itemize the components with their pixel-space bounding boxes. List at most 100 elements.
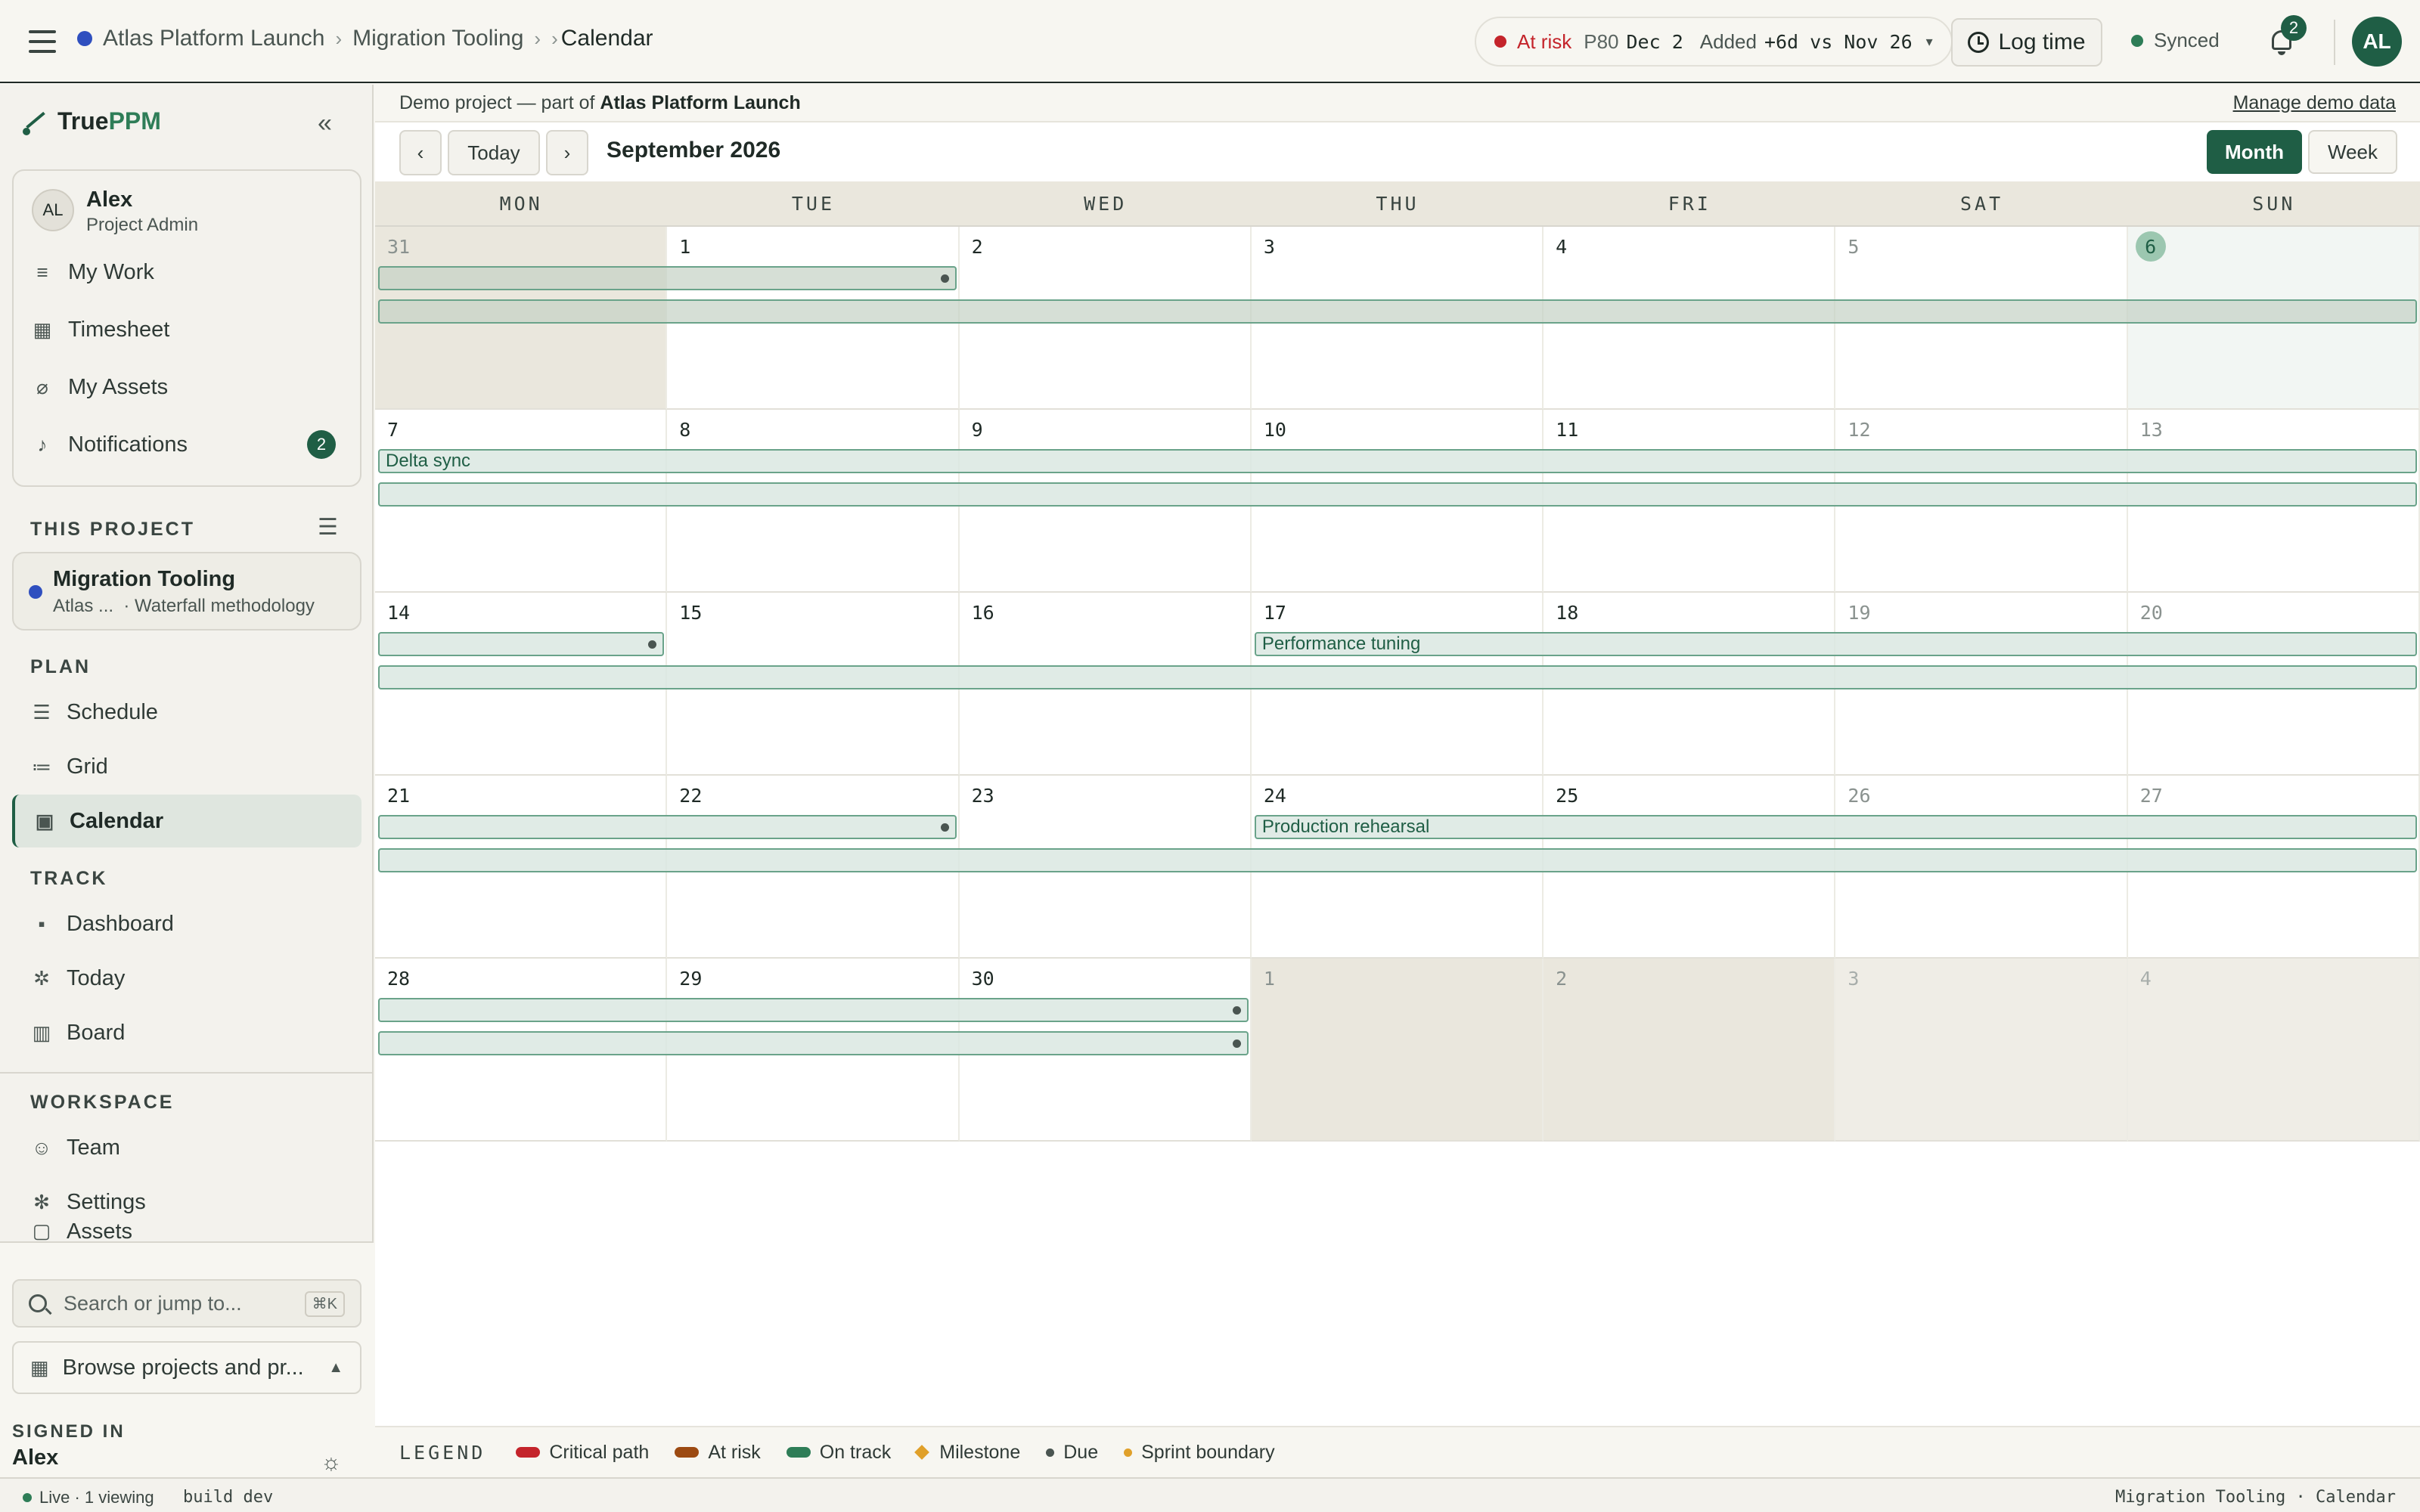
calendar-event-bar[interactable]: [378, 815, 957, 839]
legend-label: Critical path: [549, 1441, 650, 1463]
browse-label: Browse projects and pr...: [62, 1355, 304, 1380]
calendar-event-bar[interactable]: [378, 299, 2417, 324]
day-cell[interactable]: 4: [2127, 959, 2420, 1142]
day-number: 30: [971, 968, 994, 990]
project-color-dot: [77, 31, 92, 46]
collapse-sidebar-icon[interactable]: «: [318, 109, 332, 138]
day-number: 28: [387, 968, 411, 990]
list-icon: ≡: [36, 260, 48, 284]
breadcrumb-portfolio[interactable]: Atlas Platform Launch: [103, 26, 324, 51]
calendar-event-bar[interactable]: [378, 848, 2417, 872]
sidebar-item-dashboard[interactable]: ▪ Dashboard: [12, 897, 361, 950]
day-cell[interactable]: 1: [1251, 959, 1544, 1142]
menu-icon[interactable]: [29, 30, 56, 53]
p80-label: P80: [1584, 29, 1619, 53]
p80-date: Dec 2: [1626, 30, 1683, 53]
calendar-event-bar[interactable]: [378, 998, 1249, 1022]
sync-status-label: Synced: [2154, 29, 2220, 51]
risk-dot-icon: [1494, 36, 1506, 48]
legend-label: At risk: [708, 1441, 761, 1463]
sync-status: Synced: [2131, 29, 2220, 52]
day-number: 12: [1848, 419, 1871, 441]
log-time-button[interactable]: Log time: [1951, 18, 2102, 67]
legend-swatch: [516, 1447, 541, 1458]
demo-parent-link[interactable]: Atlas Platform Launch: [600, 92, 800, 113]
day-number: 9: [971, 419, 983, 441]
view-week-button[interactable]: Week: [2308, 130, 2397, 174]
day-number: 10: [1263, 419, 1286, 441]
sidebar-item-timesheet[interactable]: ▦ Timesheet: [32, 307, 349, 352]
filter-sliders-icon[interactable]: ☰: [318, 514, 338, 541]
sidebar-item-label: Grid: [67, 754, 108, 779]
calendar-event-bar[interactable]: Performance tuning: [1254, 632, 2417, 656]
gear-icon: ✻: [33, 1190, 50, 1213]
calendar-event-bar[interactable]: [378, 266, 957, 290]
grid-icon: ▦: [30, 1356, 49, 1379]
forecast-risk-pill[interactable]: At risk P80 Dec 2 Added +6d vs Nov 26 ▾: [1475, 17, 1953, 67]
calendar-event-bar[interactable]: Production rehearsal: [1254, 815, 2417, 839]
day-cell[interactable]: 2: [1544, 959, 1836, 1142]
sun-icon: ✲: [33, 966, 50, 990]
truppm-logo-icon: [20, 108, 47, 135]
sidebar: True PPM « AL Alex Project Admin ≡ My Wor…: [0, 85, 374, 1512]
weekday-sun: SUN: [2252, 193, 2296, 215]
day-number: 1: [679, 236, 691, 258]
event-label: Performance tuning: [1261, 634, 1421, 654]
next-month-button[interactable]: ›: [546, 130, 588, 175]
legend-item: Sprint boundary: [1124, 1442, 1275, 1464]
sidebar-item-schedule[interactable]: ☰ Schedule: [12, 686, 361, 739]
breadcrumb-project[interactable]: Migration Tooling: [352, 26, 523, 51]
legend-label: Due: [1063, 1441, 1099, 1463]
search-input[interactable]: Search or jump to... ⌘K: [12, 1279, 361, 1328]
context-label: Migration Tooling · Calendar: [2115, 1488, 2396, 1507]
prev-month-button[interactable]: ‹: [399, 130, 442, 175]
gantt-icon: ☰: [33, 700, 51, 723]
section-label-workspace: WORKSPACE: [30, 1092, 175, 1113]
calendar-event-bar[interactable]: [378, 665, 2417, 689]
presence-status: Live · 1 viewing: [23, 1488, 154, 1507]
day-number: 2: [971, 236, 983, 258]
sidebar-item-my-assets[interactable]: ⌀ My Assets: [32, 364, 349, 410]
calendar-event-bar[interactable]: [378, 1031, 1249, 1055]
legend-item: Critical path: [516, 1442, 649, 1464]
people-icon: ☺: [31, 1136, 52, 1159]
sidebar-item-label: Board: [67, 1020, 126, 1045]
sidebar-item-grid[interactable]: ≔ Grid: [12, 740, 361, 793]
day-number: 29: [679, 968, 703, 990]
calendar-event-bar[interactable]: [378, 632, 665, 656]
sidebar-item-board[interactable]: ▥ Board: [12, 1006, 361, 1059]
day-cell[interactable]: 3: [1835, 959, 2128, 1142]
view-month-button[interactable]: Month: [2207, 130, 2302, 174]
browse-projects-button[interactable]: ▦ Browse projects and pr... ▲: [12, 1341, 361, 1394]
sidebar-item-my-work[interactable]: ≡ My Work: [32, 249, 349, 295]
day-number: 24: [1263, 785, 1286, 807]
manage-demo-link[interactable]: Manage demo data: [2233, 92, 2396, 114]
theme-toggle-icon[interactable]: ☼: [321, 1450, 342, 1476]
box-icon: ▢: [32, 1219, 51, 1242]
sidebar-item-label: Dashboard: [67, 911, 174, 936]
day-number: 25: [1556, 785, 1579, 807]
calendar-event-bar[interactable]: [378, 482, 2417, 507]
day-number: 31: [387, 236, 411, 258]
legend-label: On track: [819, 1441, 892, 1463]
added-label: Added: [1699, 29, 1757, 53]
sidebar-item-notifications[interactable]: ♪ Notifications 2: [32, 422, 349, 467]
weekday-header: MON TUE WED THU FRI SAT SUN: [375, 181, 2420, 227]
breadcrumb-current: Calendar: [560, 26, 653, 51]
sidebar-item-today[interactable]: ✲ Today: [12, 952, 361, 1005]
sidebar-footer: Search or jump to... ⌘K ▦ Browse project…: [0, 1241, 374, 1512]
brand-logo[interactable]: True PPM: [20, 107, 161, 135]
sidebar-item-assets[interactable]: ▢ Assets: [12, 1219, 361, 1242]
calendar-event-bar[interactable]: Delta sync: [378, 449, 2417, 473]
sidebar-item-team[interactable]: ☺ Team: [12, 1121, 361, 1174]
sync-dot-icon: [2131, 34, 2143, 47]
sidebar-item-calendar[interactable]: ▣ Calendar: [12, 795, 361, 847]
day-number: 16: [971, 602, 994, 624]
today-button[interactable]: Today: [448, 130, 540, 175]
live-dot-icon: [23, 1493, 32, 1502]
user-avatar[interactable]: AL: [2352, 17, 2402, 67]
legend: LEGEND Critical path At risk On track Miles…: [375, 1426, 2420, 1477]
current-project-card[interactable]: Migration Tooling Atlas ... · Waterfall …: [12, 552, 361, 631]
legend-item: Due: [1046, 1442, 1098, 1464]
list-icon: ≔: [32, 754, 51, 778]
